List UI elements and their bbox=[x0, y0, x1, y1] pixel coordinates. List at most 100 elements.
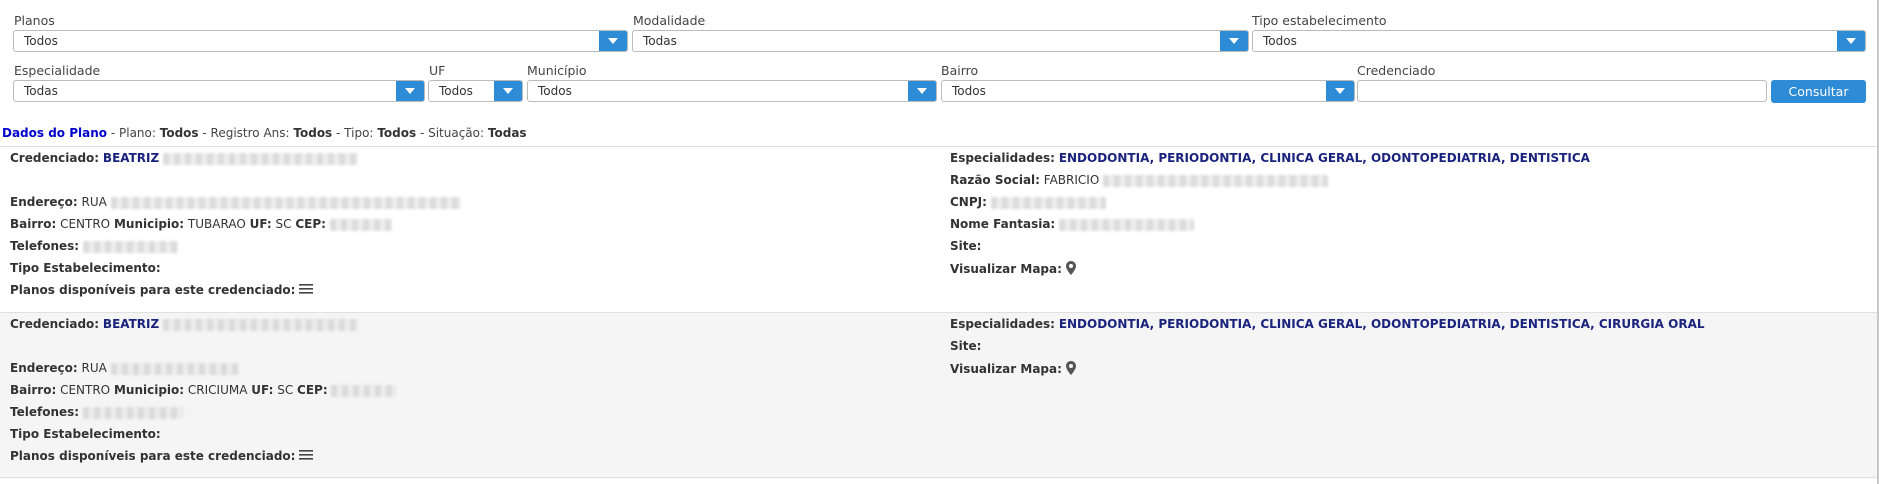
especialidades-label: Especialidades: bbox=[950, 317, 1055, 331]
tipo-estabelecimento-value: Todos bbox=[1263, 34, 1297, 48]
municipio-select[interactable]: Todos bbox=[527, 80, 937, 102]
planos-disponiveis-label: Planos disponíveis para este credenciado… bbox=[10, 283, 296, 297]
uf-value: SC bbox=[277, 383, 294, 397]
tipo-estabelecimento-row: Tipo Estabelecimento: bbox=[10, 427, 161, 441]
razao-social-value: FABRICIO bbox=[1043, 173, 1100, 187]
site-label: Site: bbox=[950, 239, 982, 253]
cnpj-row: CNPJ: bbox=[950, 195, 1106, 209]
visualizar-mapa-row: Visualizar Mapa: bbox=[950, 261, 1076, 278]
telefones-row: Telefones: bbox=[10, 239, 178, 253]
endereco-row: Endereço: RUA bbox=[10, 195, 461, 209]
bairro-field-label: Bairro: bbox=[10, 383, 57, 397]
site-row: Site: bbox=[950, 339, 981, 353]
telefones-label: Telefones: bbox=[10, 239, 80, 253]
planos-disponiveis-row: Planos disponíveis para este credenciado… bbox=[10, 449, 314, 464]
redacted-text bbox=[163, 318, 359, 331]
redacted-text bbox=[329, 218, 392, 231]
modalidade-select[interactable]: Todas bbox=[632, 30, 1249, 52]
bairro-value: Todos bbox=[952, 84, 986, 98]
credenciado-name: BEATRIZ bbox=[102, 317, 160, 331]
summary-title: Dados do Plano bbox=[2, 126, 108, 140]
municipio-field-label: Municipio: bbox=[113, 217, 185, 231]
telefones-label: Telefones: bbox=[10, 405, 80, 419]
planos-label: Planos bbox=[14, 13, 55, 28]
consultar-button[interactable]: Consultar bbox=[1771, 80, 1866, 103]
summary-plano-label: - Plano: bbox=[110, 126, 156, 140]
municipio-value: Todos bbox=[538, 84, 572, 98]
nome-fantasia-label: Nome Fantasia: bbox=[950, 217, 1056, 231]
endereco-value: RUA bbox=[81, 195, 107, 209]
credenciado-name: BEATRIZ bbox=[102, 151, 160, 165]
list-icon[interactable] bbox=[299, 449, 314, 464]
redacted-text bbox=[82, 406, 183, 419]
visualizar-mapa-label: Visualizar Mapa: bbox=[950, 262, 1062, 276]
municipio-value: CRICIUMA bbox=[187, 383, 248, 397]
telefones-row: Telefones: bbox=[10, 405, 183, 419]
razao-social-label: Razão Social: bbox=[950, 173, 1040, 187]
uf-field-label: UF: bbox=[249, 217, 272, 231]
redacted-text bbox=[1059, 218, 1195, 231]
bairro-row: Bairro: CENTRO Municipio: TUBARAO UF: SC… bbox=[10, 217, 392, 231]
chevron-down-icon[interactable] bbox=[494, 81, 522, 101]
especialidade-value: Todas bbox=[24, 84, 58, 98]
list-icon[interactable] bbox=[299, 283, 314, 298]
modalidade-value: Todas bbox=[643, 34, 677, 48]
bairro-field-label: Bairro: bbox=[10, 217, 57, 231]
chevron-down-icon[interactable] bbox=[396, 81, 424, 101]
credenciado-field-label: Credenciado: bbox=[10, 317, 100, 331]
visualizar-mapa-row: Visualizar Mapa: bbox=[950, 361, 1076, 378]
chevron-down-icon[interactable] bbox=[1837, 31, 1865, 51]
especialidades-row: Especialidades: ENDODONTIA, PERIODONTIA,… bbox=[950, 151, 1590, 165]
result-card: Credenciado: BEATRIZ Endereço: RUA Bairr… bbox=[0, 313, 1877, 477]
summary-plano-value: Todos bbox=[159, 126, 199, 140]
municipio-field-label: Municipio: bbox=[113, 383, 185, 397]
summary-situacao-value: Todas bbox=[487, 126, 527, 140]
especialidade-label: Especialidade bbox=[14, 63, 101, 78]
map-pin-icon[interactable] bbox=[1065, 361, 1076, 378]
summary-tipo-value: Todos bbox=[377, 126, 417, 140]
redacted-text bbox=[163, 152, 359, 165]
uf-label: UF bbox=[429, 63, 446, 78]
municipio-value: TUBARAO bbox=[187, 217, 246, 231]
visualizar-mapa-label: Visualizar Mapa: bbox=[950, 362, 1062, 376]
razao-social-row: Razão Social: FABRICIO bbox=[950, 173, 1329, 187]
map-pin-icon[interactable] bbox=[1065, 261, 1076, 278]
municipio-label: Município bbox=[527, 63, 587, 78]
site-row: Site: bbox=[950, 239, 981, 253]
bairro-select[interactable]: Todos bbox=[941, 80, 1355, 102]
uf-select[interactable]: Todos bbox=[428, 80, 523, 102]
tipo-estabelecimento-row: Tipo Estabelecimento: bbox=[10, 261, 161, 275]
endereco-row: Endereço: RUA bbox=[10, 361, 239, 375]
filter-panel: Planos Todos Modalidade Todas Tipo estab… bbox=[0, 0, 1879, 125]
summary-registro-value: Todos bbox=[293, 126, 333, 140]
endereco-label: Endereço: bbox=[10, 195, 78, 209]
credenciado-label: Credenciado bbox=[1357, 63, 1436, 78]
plan-summary: Dados do Plano - Plano: Todos - Registro… bbox=[2, 126, 527, 140]
nome-fantasia-row: Nome Fantasia: bbox=[950, 217, 1195, 231]
planos-disponiveis-row: Planos disponíveis para este credenciado… bbox=[10, 283, 314, 298]
site-label: Site: bbox=[950, 339, 982, 353]
tipo-estabelecimento-label: Tipo estabelecimento bbox=[1252, 13, 1387, 28]
cnpj-label: CNPJ: bbox=[950, 195, 987, 209]
bairro-label: Bairro bbox=[941, 63, 979, 78]
credenciado-input[interactable] bbox=[1357, 80, 1767, 102]
tipo-estabelecimento-field-label: Tipo Estabelecimento: bbox=[10, 427, 161, 441]
summary-registro-label: - Registro Ans: bbox=[202, 126, 290, 140]
chevron-down-icon[interactable] bbox=[1220, 31, 1248, 51]
chevron-down-icon[interactable] bbox=[599, 31, 627, 51]
redacted-text bbox=[110, 362, 239, 375]
especialidades-value: ENDODONTIA, PERIODONTIA, CLINICA GERAL, … bbox=[1058, 317, 1705, 331]
uf-value: SC bbox=[275, 217, 292, 231]
chevron-down-icon[interactable] bbox=[1326, 81, 1354, 101]
planos-select[interactable]: Todos bbox=[13, 30, 628, 52]
especialidade-select[interactable]: Todas bbox=[13, 80, 425, 102]
planos-value: Todos bbox=[24, 34, 58, 48]
redacted-text bbox=[110, 196, 461, 209]
divider bbox=[0, 477, 1877, 478]
bairro-value: CENTRO bbox=[60, 217, 111, 231]
especialidades-row: Especialidades: ENDODONTIA, PERIODONTIA,… bbox=[950, 317, 1705, 331]
summary-situacao-label: - Situação: bbox=[419, 126, 485, 140]
tipo-estabelecimento-select[interactable]: Todos bbox=[1252, 30, 1866, 52]
chevron-down-icon[interactable] bbox=[908, 81, 936, 101]
redacted-text bbox=[331, 384, 398, 397]
